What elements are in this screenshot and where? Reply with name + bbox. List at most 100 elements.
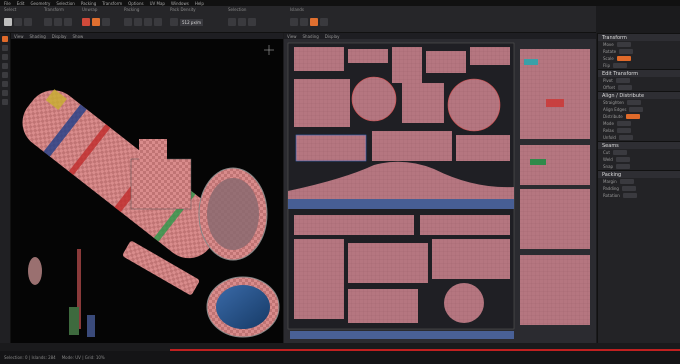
- panel-row-label: Flip: [603, 63, 611, 68]
- panel-field[interactable]: [615, 78, 630, 83]
- menu-uvmap[interactable]: UV Map: [150, 1, 165, 6]
- panel-section-title[interactable]: Seams: [598, 141, 680, 149]
- menu-transform[interactable]: Transform: [102, 1, 122, 6]
- rotate-tool-icon[interactable]: [2, 54, 8, 60]
- lasso-button[interactable]: [14, 18, 22, 26]
- vp-tab-shading[interactable]: Shading: [30, 34, 46, 39]
- cut-tool-icon[interactable]: [2, 72, 8, 78]
- panel-field[interactable]: [616, 164, 631, 169]
- vp-tab-view[interactable]: View: [14, 34, 24, 39]
- magnet-icon[interactable]: [92, 18, 100, 26]
- scope-model-render: [22, 45, 280, 338]
- island-highlight-button[interactable]: [310, 18, 318, 26]
- vp-tab-show[interactable]: Show: [73, 34, 84, 39]
- menu-edit[interactable]: Edit: [17, 1, 25, 6]
- panel-row: Cut: [598, 149, 680, 156]
- toolbar-group-label: Islands: [290, 7, 304, 12]
- status-text-left: Selection: 0 | Islands: 284: [4, 355, 56, 360]
- menu-geometry[interactable]: Geometry: [30, 1, 50, 6]
- panel-field[interactable]: [626, 100, 641, 105]
- move-tool-icon[interactable]: [2, 45, 8, 51]
- density-get-button[interactable]: [170, 18, 178, 26]
- panel-field[interactable]: [618, 135, 633, 140]
- panel-row-label: Scale: [603, 56, 614, 61]
- uv-editor[interactable]: View Shading Display: [284, 33, 596, 343]
- toolbar-group-islands: Islands: [290, 7, 328, 30]
- panel-section-title[interactable]: Align / Distribute: [598, 91, 680, 99]
- paint-select-button[interactable]: [24, 18, 32, 26]
- toolbar-group-label: Packing: [124, 7, 140, 12]
- panel-row-label: Rotate: [603, 49, 617, 54]
- orient-button[interactable]: [154, 18, 162, 26]
- weld-tool-icon[interactable]: [2, 81, 8, 87]
- panel-row: Pivot: [598, 77, 680, 84]
- panel-field[interactable]: [613, 63, 628, 68]
- panel-row: Distribute: [598, 113, 680, 120]
- stack-button[interactable]: [144, 18, 152, 26]
- vp-tab-display[interactable]: Display: [52, 34, 67, 39]
- select-arrow-button[interactable]: [4, 18, 12, 26]
- island-button-a[interactable]: [290, 18, 298, 26]
- status-bar: Selection: 0 | Islands: 284 Mode: UV | G…: [0, 351, 680, 364]
- panel-field[interactable]: [619, 49, 634, 54]
- panel-row-label: Offset: [603, 85, 616, 90]
- uv-island: [470, 47, 510, 65]
- loose-part-green: [69, 307, 79, 335]
- loose-part-blue: [87, 315, 95, 337]
- panel-field[interactable]: [616, 121, 631, 126]
- uv-island-disc: [351, 76, 397, 122]
- uv-island: [294, 239, 344, 319]
- uv-tab-view[interactable]: View: [287, 34, 297, 39]
- menu-packing[interactable]: Packing: [81, 1, 96, 6]
- unwrap-button[interactable]: [82, 18, 90, 26]
- menu-file[interactable]: File: [4, 1, 11, 6]
- edge-mode-button[interactable]: [238, 18, 246, 26]
- panel-field[interactable]: [621, 186, 636, 191]
- uv-island-cyan: [524, 59, 538, 65]
- scale-button[interactable]: [64, 18, 72, 26]
- pack-options-button[interactable]: [134, 18, 142, 26]
- panel-section-title[interactable]: Packing: [598, 170, 680, 178]
- panel-field[interactable]: [616, 56, 631, 61]
- uv-island: [348, 243, 428, 283]
- uv-island-column: [520, 255, 590, 325]
- panel-field[interactable]: [617, 128, 631, 133]
- panel-section-title[interactable]: Transform: [598, 33, 680, 41]
- panel-field[interactable]: [615, 157, 630, 162]
- panel-field[interactable]: [629, 107, 644, 112]
- viewport-3d[interactable]: View Shading Display Show: [11, 33, 283, 343]
- select-tool-icon[interactable]: [2, 36, 8, 42]
- properties-panel: Transform Move Rotate Scale Flip Edit Tr…: [597, 33, 680, 343]
- toolbar-group-label: Selection: [228, 7, 247, 12]
- menu-selection[interactable]: Selection: [56, 1, 74, 6]
- island-button-c[interactable]: [320, 18, 328, 26]
- island-button-b[interactable]: [300, 18, 308, 26]
- menu-options[interactable]: Options: [128, 1, 143, 6]
- panel-field[interactable]: [618, 85, 633, 90]
- panel-field[interactable]: [612, 150, 627, 155]
- panel-field[interactable]: [625, 114, 640, 119]
- panel-field[interactable]: [616, 42, 631, 47]
- face-mode-button[interactable]: [248, 18, 256, 26]
- brush-tool-icon[interactable]: [2, 90, 8, 96]
- panel-field[interactable]: [622, 193, 637, 198]
- panel-field[interactable]: [619, 179, 634, 184]
- uv-tab-shading[interactable]: Shading: [303, 34, 319, 39]
- uv-tab-display[interactable]: Display: [325, 34, 340, 39]
- rotate-button[interactable]: [54, 18, 62, 26]
- menu-help[interactable]: Help: [195, 1, 204, 6]
- timeline-bar[interactable]: [0, 343, 680, 351]
- panel-row-label: Relax: [603, 128, 614, 133]
- move-button[interactable]: [44, 18, 52, 26]
- uv-island: [348, 289, 418, 323]
- panel-row: Snap: [598, 163, 680, 170]
- scale-tool-icon[interactable]: [2, 63, 8, 69]
- relax-button[interactable]: [102, 18, 110, 26]
- uv-island: [392, 47, 422, 83]
- menu-windows[interactable]: Windows: [171, 1, 189, 6]
- density-value-field[interactable]: 512 px/m: [180, 18, 204, 26]
- panel-section-title[interactable]: Edit Transform: [598, 69, 680, 77]
- measure-tool-icon[interactable]: [2, 99, 8, 105]
- vertex-mode-button[interactable]: [228, 18, 236, 26]
- pack-button[interactable]: [124, 18, 132, 26]
